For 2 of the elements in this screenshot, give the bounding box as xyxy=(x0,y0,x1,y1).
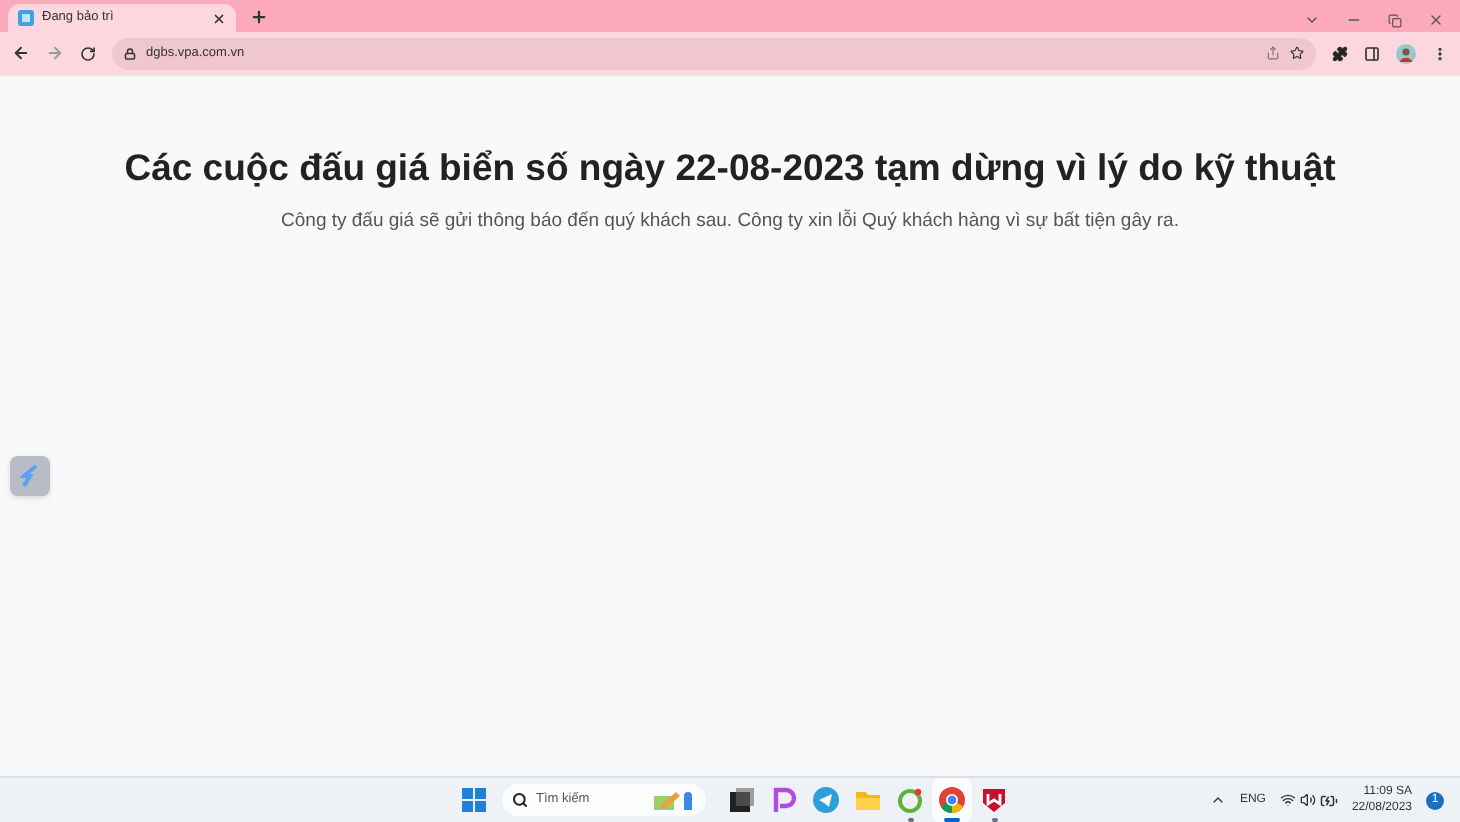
page-heading: Các cuộc đấu giá biển số ngày 22-08-2023 tạm dừng vì lý do kỹ thuật xyxy=(124,144,1336,192)
notice-text: Công ty đấu giá sẽ gửi thông báo đến quý khách sau. Công ty xin lỗi Quý khách hàng vì sự bất tiện gây ra. xyxy=(281,207,1179,236)
